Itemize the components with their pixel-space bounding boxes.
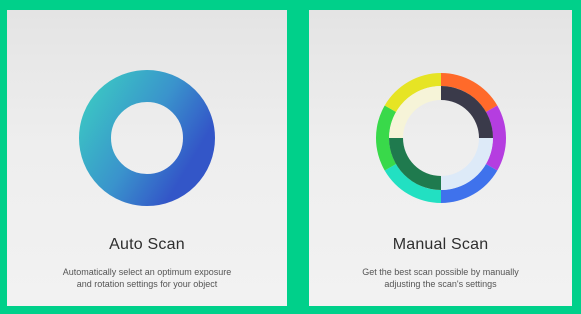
manual-scan-description: Get the best scan possible by manually a… — [319, 266, 562, 290]
manual-scan-description-line-2: adjusting the scan's settings — [384, 279, 497, 289]
auto-scan-title: Auto Scan — [109, 236, 185, 253]
auto-scan-ring-icon — [67, 58, 227, 218]
auto-scan-description: Automatically select an optimum exposure… — [17, 266, 277, 290]
manual-scan-title: Manual Scan — [392, 236, 489, 253]
auto-scan-description-line-1: Automatically select an optimum exposure — [62, 267, 232, 277]
auto-scan-option[interactable]: Auto Scan Automatically select an optimu… — [7, 10, 287, 306]
manual-scan-color-wheel-icon — [361, 58, 521, 218]
color-wheel-inner-ring — [388, 86, 493, 190]
manual-scan-option[interactable]: Manual Scan Get the best scan possible b… — [309, 10, 572, 306]
auto-scan-description-line-2: and rotation settings for your object — [76, 279, 218, 289]
manual-scan-description-line-1: Get the best scan possible by manually — [362, 267, 519, 277]
